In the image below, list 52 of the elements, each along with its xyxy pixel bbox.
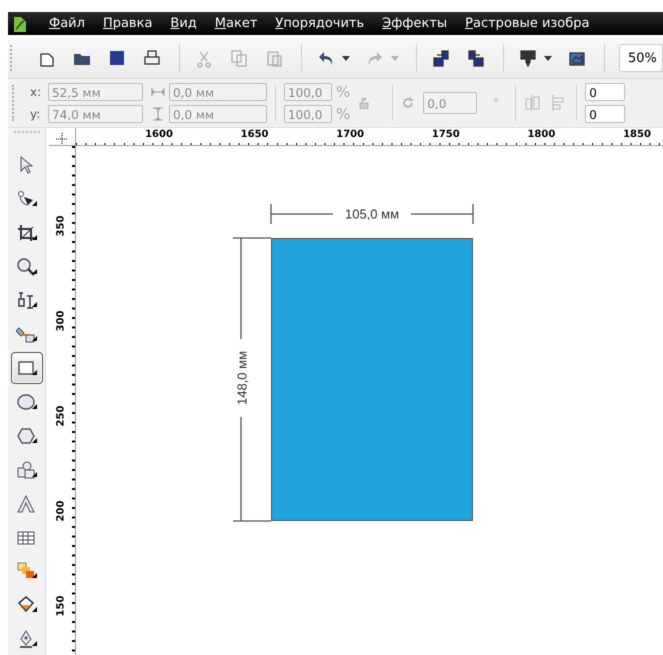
ruler-label: 1700 [336,129,364,140]
origin-crosshair-icon [56,133,68,145]
copy-icon [229,48,249,68]
basic-shapes-tool-icon [16,460,38,480]
input-field[interactable]: 0 [585,83,626,101]
align-icon [524,95,542,111]
polygon-tool-icon [16,426,38,446]
percent-label: % [336,105,350,123]
zoom-tool-icon [16,256,38,277]
menu-item[interactable]: Растровые изобра [465,16,590,31]
export-icon [466,48,486,68]
save-icon [107,48,127,68]
caret-icon [342,56,350,60]
coordinate-label: y: [30,107,42,121]
width-dimension-label: 105,0 мм [332,206,412,222]
menu-item[interactable]: Файл [49,16,85,31]
menu-item[interactable]: Правка [102,16,152,31]
ruler-label: 150 [56,594,66,618]
lock-icon [358,97,370,109]
shape-tool-icon [16,188,38,209]
ruler-label: 200 [56,500,66,523]
ruler-label: 1750 [432,129,460,140]
menu-item[interactable]: Макет [214,16,258,31]
ellipse-tool-icon [16,392,38,412]
ruler-label: 1600 [145,129,173,140]
dimension-tool-icon [16,290,38,310]
zoom-field[interactable]: 50% [619,44,663,72]
percent-label: % [336,83,350,101]
height-dimension-label: 148,0 мм [234,338,250,418]
menu-item[interactable]: Эффекты [382,16,448,31]
coordinate-label: x: [30,85,42,99]
rotate-icon [401,96,416,110]
rectangle-tool-button[interactable] [10,352,42,384]
crop-tool-icon [16,222,38,243]
width-icon [151,87,165,97]
publish-icon [518,48,538,68]
ruler-label: 1850 [623,129,651,140]
degree-label: ° [493,96,500,110]
ruler-label: 300 [56,310,66,333]
text-tool-icon [16,494,38,514]
height-icon [151,107,165,121]
ruler-label: 1650 [240,129,269,140]
ruler-label: 1800 [527,129,556,140]
input-field[interactable]: 0 [585,105,626,123]
caret-icon [544,56,552,60]
import-icon [431,48,451,68]
caret-icon [391,56,399,60]
app-logo-icon [13,14,27,32]
ruler-label: 350 [56,214,66,238]
menu-item[interactable]: Вид [170,16,197,31]
menu-item[interactable]: Упорядочить [275,16,364,31]
ruler-label: 250 [56,404,66,428]
